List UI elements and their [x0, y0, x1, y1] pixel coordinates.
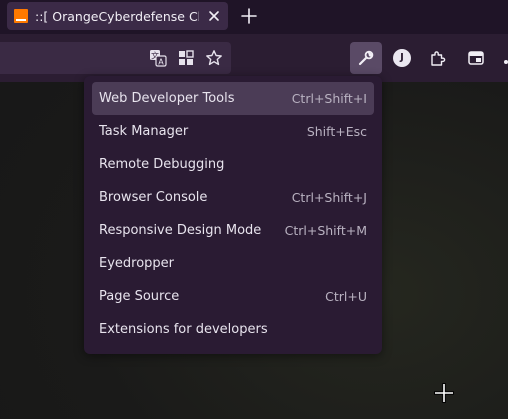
- crosshair-cursor-icon: [432, 381, 456, 405]
- new-tab-button[interactable]: [237, 4, 261, 28]
- tab-title: ::[ OrangeCyberdefense Chat: [35, 8, 199, 24]
- developer-tools-button[interactable]: [350, 42, 382, 74]
- star-icon[interactable]: [204, 48, 224, 68]
- menu-item-label: Page Source: [99, 289, 180, 304]
- menu-item-label: Remote Debugging: [99, 157, 225, 172]
- menu-item-label: Eyedropper: [99, 256, 175, 271]
- browser-window: ::[ OrangeCyberdefense Chat 文 A: [0, 0, 508, 419]
- menu-item-label: Task Manager: [99, 124, 189, 139]
- menu-item-responsive-design-mode[interactable]: Responsive Design Mode Ctrl+Shift+M: [92, 214, 374, 247]
- developer-tools-menu: Web Developer Tools Ctrl+Shift+I Task Ma…: [84, 76, 382, 354]
- menu-item-browser-console[interactable]: Browser Console Ctrl+Shift+J: [92, 181, 374, 214]
- menu-item-shortcut: Ctrl+Shift+M: [284, 223, 367, 238]
- close-icon[interactable]: [206, 8, 222, 24]
- menu-item-extensions-for-developers[interactable]: Extensions for developers: [92, 313, 374, 346]
- account-button[interactable]: J: [386, 42, 418, 74]
- svg-text:A: A: [158, 58, 164, 67]
- tab-strip: ::[ OrangeCyberdefense Chat: [0, 0, 508, 34]
- menu-item-task-manager[interactable]: Task Manager Shift+Esc: [92, 115, 374, 148]
- url-bar[interactable]: 文 A: [0, 42, 231, 74]
- navigation-toolbar: 文 A J: [0, 34, 508, 82]
- orange-logo-icon: [14, 9, 28, 23]
- menu-item-shortcut: Ctrl+Shift+J: [291, 190, 367, 205]
- translate-icon[interactable]: 文 A: [148, 48, 168, 68]
- menu-item-remote-debugging[interactable]: Remote Debugging: [92, 148, 374, 181]
- account-avatar-icon: J: [393, 49, 411, 67]
- menu-item-shortcut: Ctrl+U: [325, 289, 367, 304]
- menu-item-label: Browser Console: [99, 190, 208, 205]
- menu-item-web-developer-tools[interactable]: Web Developer Tools Ctrl+Shift+I: [92, 82, 374, 115]
- sidebar-button[interactable]: [460, 42, 492, 74]
- browser-tab[interactable]: ::[ OrangeCyberdefense Chat: [7, 2, 228, 30]
- sidebar-panel-icon: [468, 51, 484, 65]
- wrench-icon: [358, 50, 374, 66]
- overflow-button[interactable]: [496, 42, 508, 74]
- extension-puzzle-icon: [431, 51, 446, 66]
- plus-icon: [241, 8, 257, 24]
- menu-item-label: Extensions for developers: [99, 322, 268, 337]
- menu-item-shortcut: Shift+Esc: [306, 124, 367, 139]
- menu-edge-icon: [504, 60, 508, 64]
- menu-item-page-source[interactable]: Page Source Ctrl+U: [92, 280, 374, 313]
- menu-item-label: Responsive Design Mode: [99, 223, 262, 238]
- menu-item-shortcut: Ctrl+Shift+I: [291, 91, 367, 106]
- extensions-button[interactable]: [422, 42, 454, 74]
- menu-item-label: Web Developer Tools: [99, 91, 235, 106]
- extensions-grid-icon[interactable]: [176, 48, 196, 68]
- menu-item-eyedropper[interactable]: Eyedropper: [92, 247, 374, 280]
